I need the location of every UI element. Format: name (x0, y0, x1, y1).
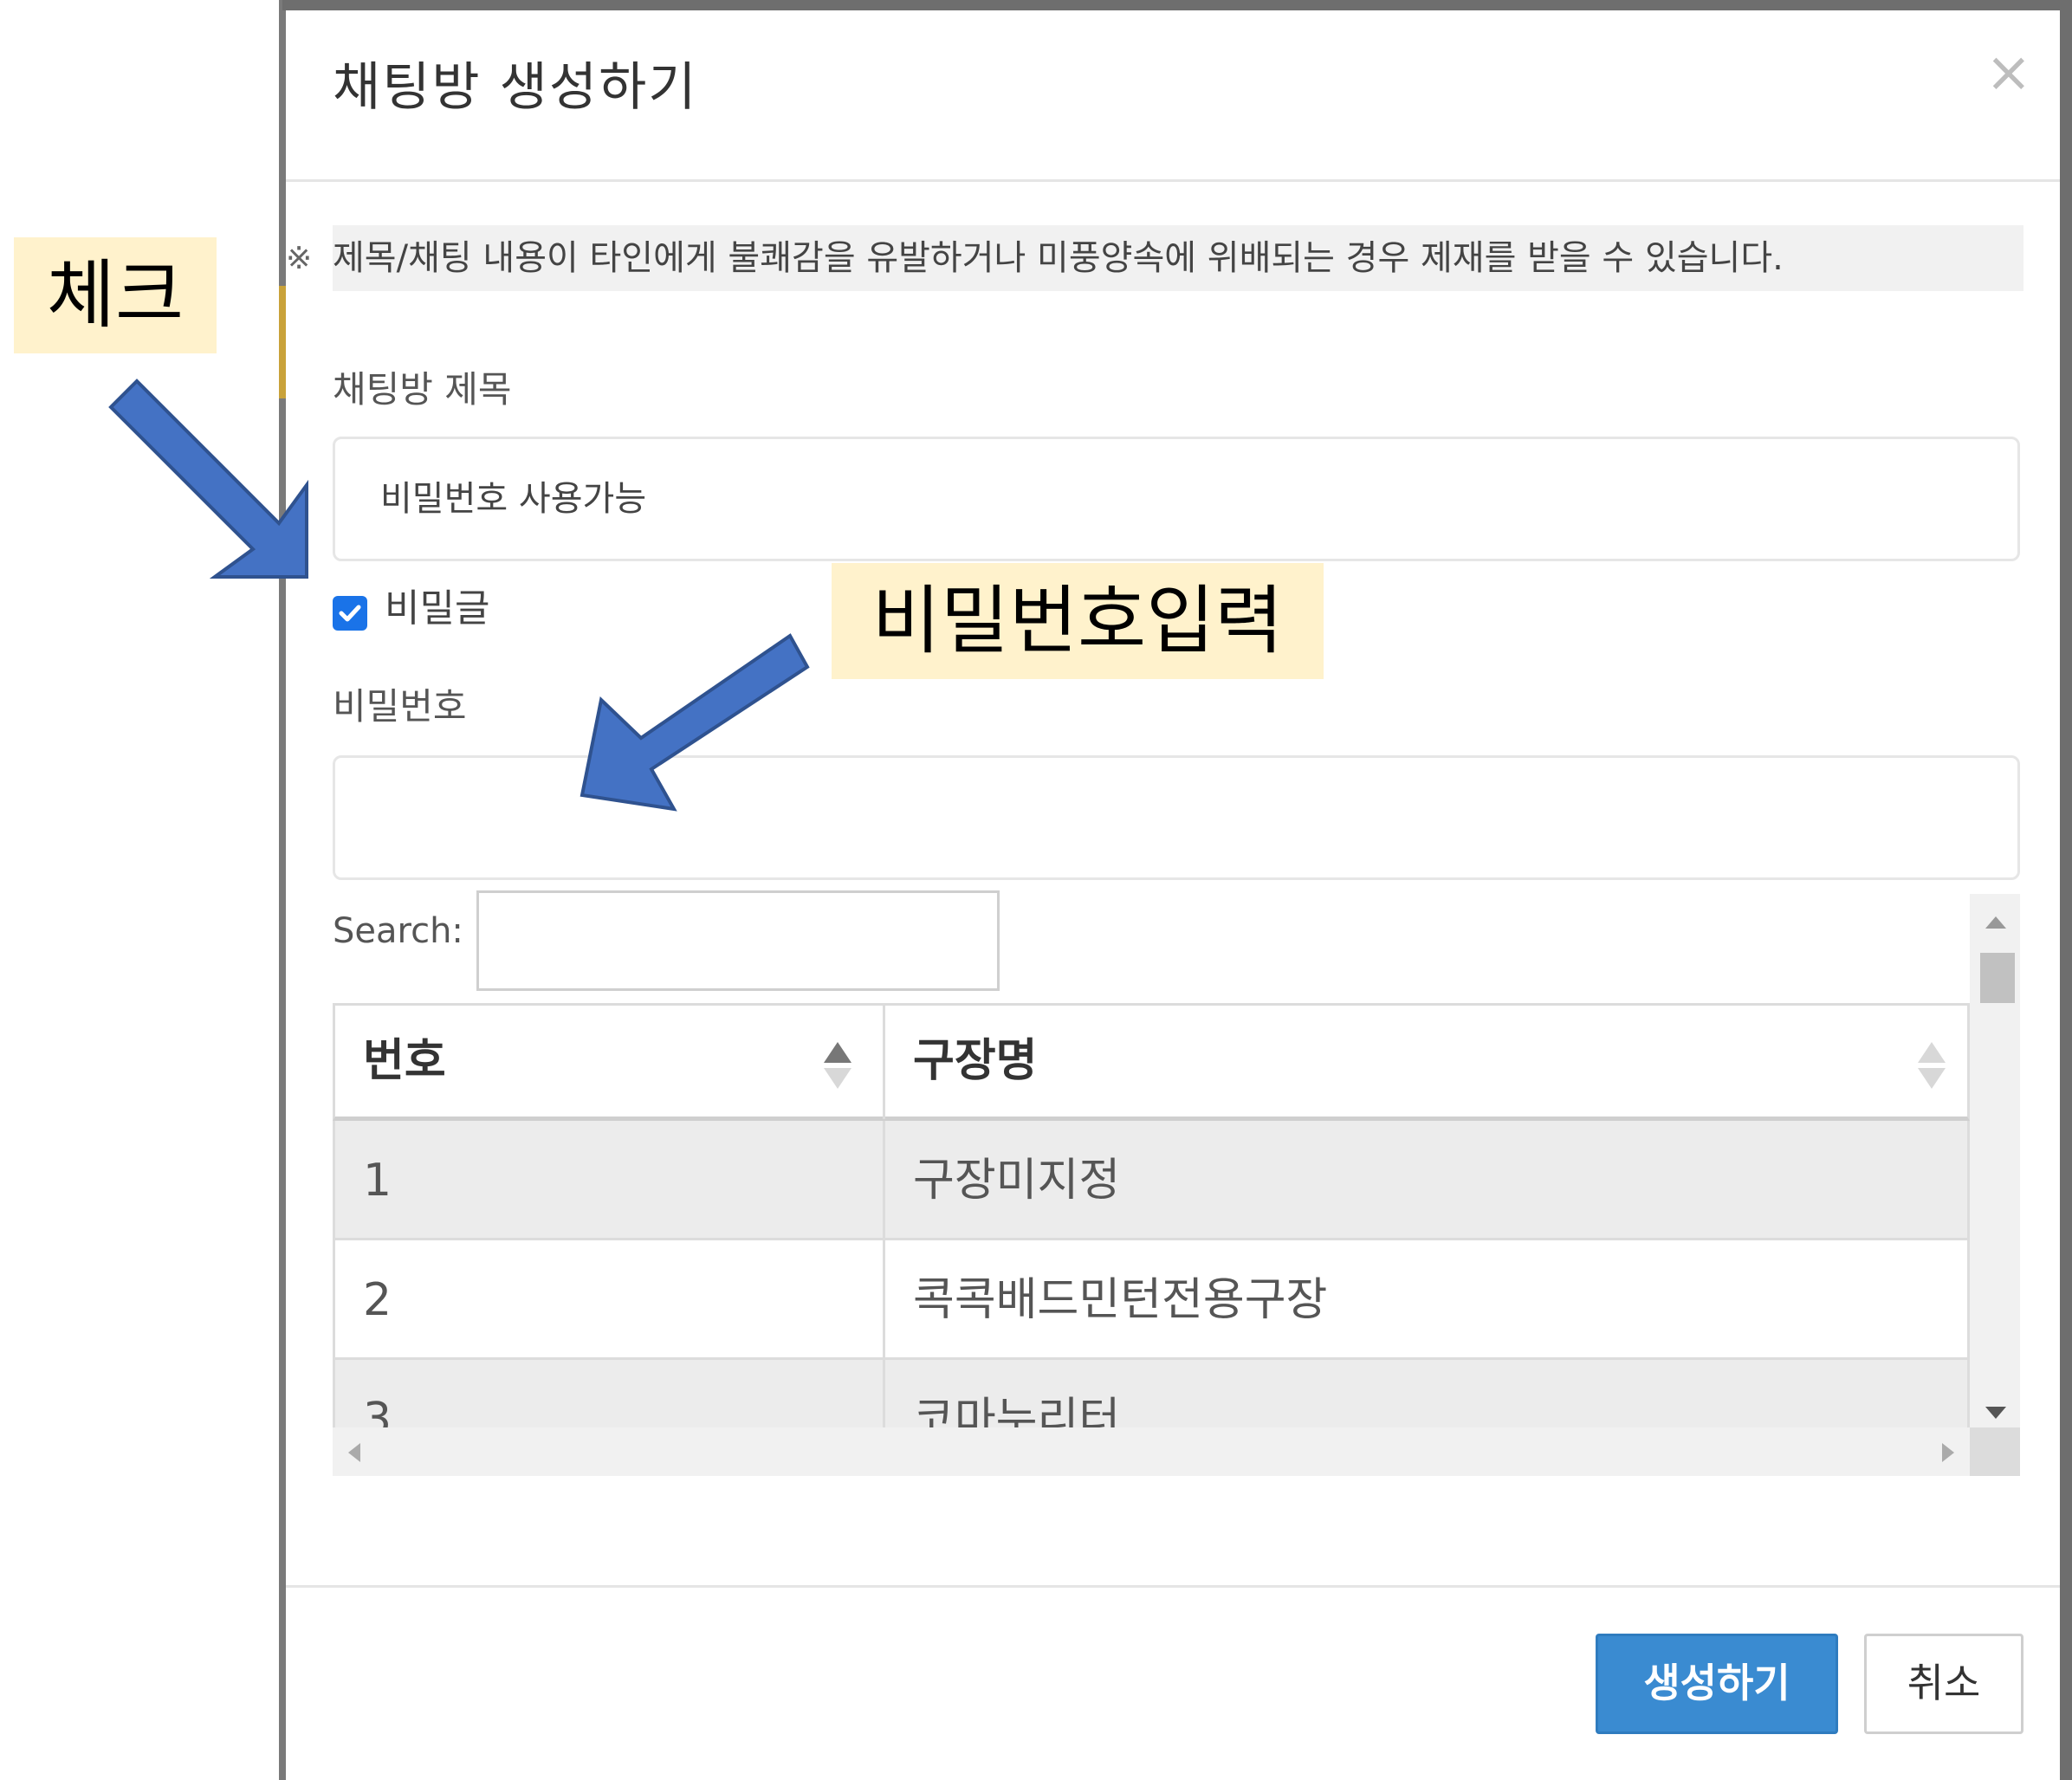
scroll-right-icon[interactable] (1940, 1441, 1956, 1464)
secret-checkbox-label: 비밀글 (385, 586, 490, 631)
create-chatroom-modal: 채팅방 생성하기 × ※ 제목/채팅 내용이 타인에게 불쾌감을 유발하거나 미… (286, 10, 2060, 1780)
password-input[interactable] (333, 755, 2020, 880)
scroll-up-icon[interactable] (1984, 915, 2008, 930)
modal-header: 채팅방 생성하기 × (286, 10, 2060, 182)
column-header-number-label: 번호 (363, 1035, 446, 1087)
cell-number: 1 (335, 1121, 885, 1238)
search-label: Search: (333, 911, 463, 951)
room-title-label: 채팅방 제목 (333, 368, 512, 411)
vertical-scrollbar[interactable] (1970, 894, 2020, 1429)
check-icon (339, 605, 361, 622)
cell-number: 2 (335, 1240, 885, 1357)
horizontal-scrollbar[interactable] (333, 1427, 1970, 1476)
password-callout: 비밀번호입력 (832, 563, 1324, 679)
scroll-left-icon[interactable] (346, 1441, 362, 1464)
close-icon[interactable]: × (1985, 45, 2032, 100)
page-backdrop-accent (279, 286, 286, 398)
sort-asc-icon (824, 1042, 851, 1089)
column-header-name-label: 구장명 (913, 1035, 1038, 1087)
notice-banner: ※ 제목/채팅 내용이 타인에게 불쾌감을 유발하거나 미풍양속에 위배되는 경… (286, 225, 2023, 291)
notice-mark: ※ (286, 241, 313, 276)
cell-name: 콕콕배드민턴전용구장 (913, 1274, 1328, 1326)
cell-name: 코마누리터 (913, 1394, 1121, 1427)
search-input[interactable] (476, 890, 1000, 991)
cell-number: 3 (335, 1360, 885, 1427)
scrollbar-corner (1970, 1427, 2020, 1476)
modal-footer-divider (286, 1585, 2060, 1588)
modal-title: 채팅방 생성하기 (333, 57, 698, 118)
page-backdrop-right (2060, 0, 2072, 1780)
notice-text: 제목/채팅 내용이 타인에게 불쾌감을 유발하거나 미풍양속에 위배되는 경우 … (333, 225, 2023, 291)
table-row[interactable]: 1 구장미지정 (333, 1121, 1970, 1240)
scroll-down-icon[interactable] (1984, 1405, 2008, 1421)
page-backdrop-strip (279, 0, 286, 1780)
cancel-button[interactable]: 취소 (1864, 1634, 2023, 1734)
room-title-input[interactable]: 비밀번호 사용가능 (333, 437, 2020, 561)
table-header: 번호 구장명 (333, 1003, 1970, 1121)
page-backdrop-top (282, 0, 2072, 10)
sort-both-icon (1918, 1042, 1946, 1089)
check-callout: 체크 (14, 237, 217, 353)
secret-checkbox[interactable] (333, 596, 367, 631)
table-row[interactable]: 3 코마누리터 (333, 1360, 1970, 1427)
stadium-table: 번호 구장명 1 구장미지정 2 콕콕배드민턴전용구장 3 코마누리터 (333, 1003, 1970, 1427)
cell-name: 구장미지정 (913, 1155, 1121, 1207)
password-label: 비밀번호 (333, 685, 467, 728)
column-header-name[interactable]: 구장명 (885, 1006, 1970, 1119)
table-row[interactable]: 2 콕콕배드민턴전용구장 (333, 1240, 1970, 1360)
column-header-number[interactable]: 번호 (335, 1006, 885, 1119)
create-button[interactable]: 생성하기 (1596, 1634, 1838, 1734)
vertical-scroll-thumb[interactable] (1980, 953, 2015, 1003)
